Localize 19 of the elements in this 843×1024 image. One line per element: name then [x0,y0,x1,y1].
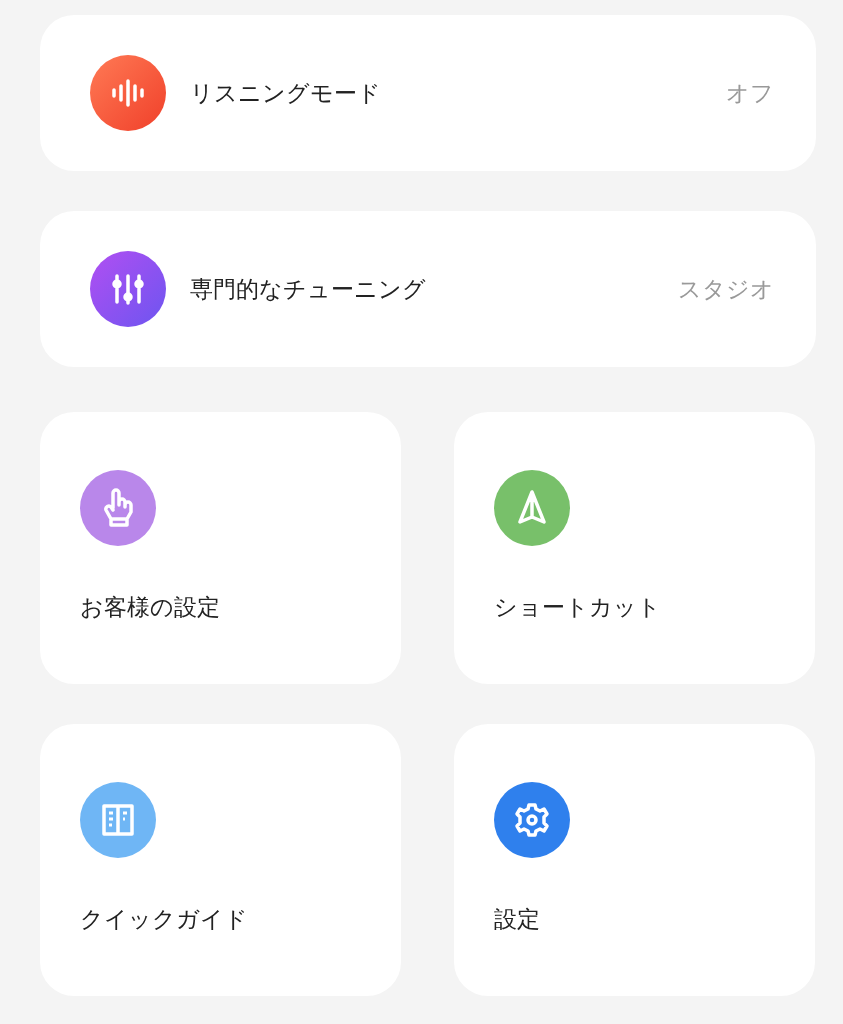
menu-tile[interactable]: お客様の設定 [40,412,401,684]
sliders-icon [90,251,166,327]
tile-label: お客様の設定 [80,593,221,622]
menu-row[interactable]: 専門的なチューニング スタジオ [40,211,816,367]
book-icon [80,782,156,858]
menu-tile[interactable]: ショートカット [454,412,815,684]
waveform-icon [90,55,166,131]
menu-row[interactable]: リスニングモード オフ [40,15,816,171]
row-label: 専門的なチューニング [190,274,427,304]
menu-tile[interactable]: クイックガイド [40,724,401,996]
tile-label: クイックガイド [80,905,249,934]
row-label: リスニングモード [190,78,382,108]
tile-label: ショートカット [494,593,662,622]
menu-tile[interactable]: 設定 [454,724,815,996]
row-value: スタジオ [678,274,774,304]
hand-icon [80,470,156,546]
settings-icon [494,782,570,858]
tile-label: 設定 [494,905,541,934]
row-value: オフ [726,78,774,108]
